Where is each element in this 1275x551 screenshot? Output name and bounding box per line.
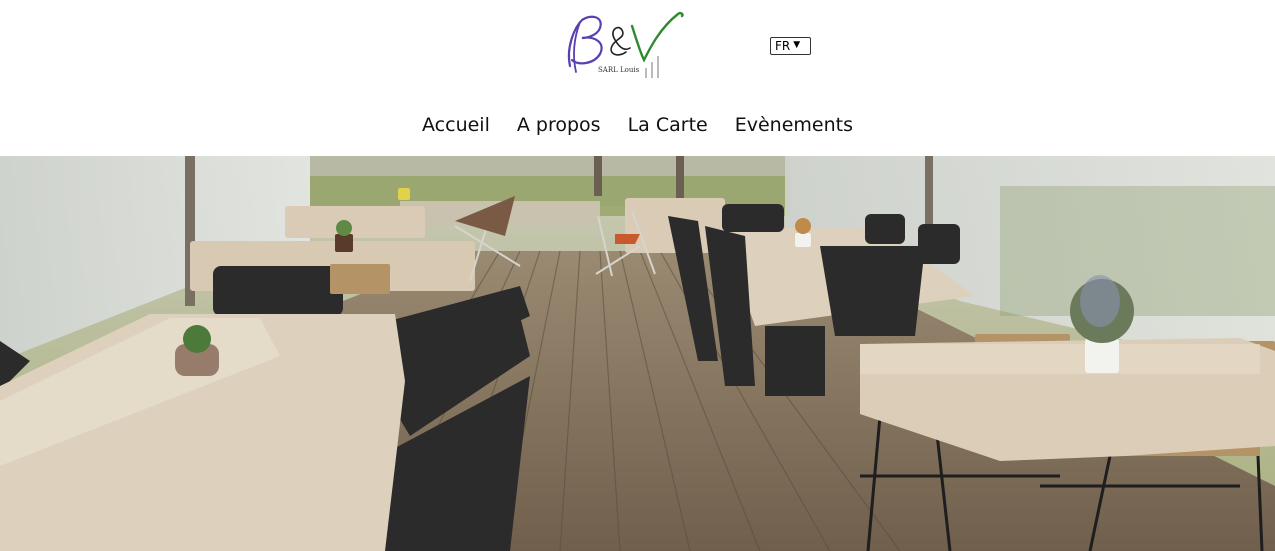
chevron-down-icon: ▼ xyxy=(793,40,801,50)
logo-subtitle: SARL Louis xyxy=(598,66,640,74)
language-select[interactable]: FR ▼ xyxy=(770,37,811,55)
hero-photo xyxy=(0,156,1275,551)
nav-item-evenements[interactable]: Evènements xyxy=(735,114,853,136)
nav-item-la-carte[interactable]: La Carte xyxy=(628,114,708,136)
site-header: SARL Louis FR ▼ Accueil A propos La Cart… xyxy=(0,0,1275,156)
language-selected: FR xyxy=(775,39,791,53)
nav-item-accueil[interactable]: Accueil xyxy=(422,114,490,136)
main-nav: Accueil A propos La Carte Evènements xyxy=(0,114,1275,136)
nav-item-a-propos[interactable]: A propos xyxy=(517,114,601,136)
hero-image xyxy=(0,156,1275,551)
